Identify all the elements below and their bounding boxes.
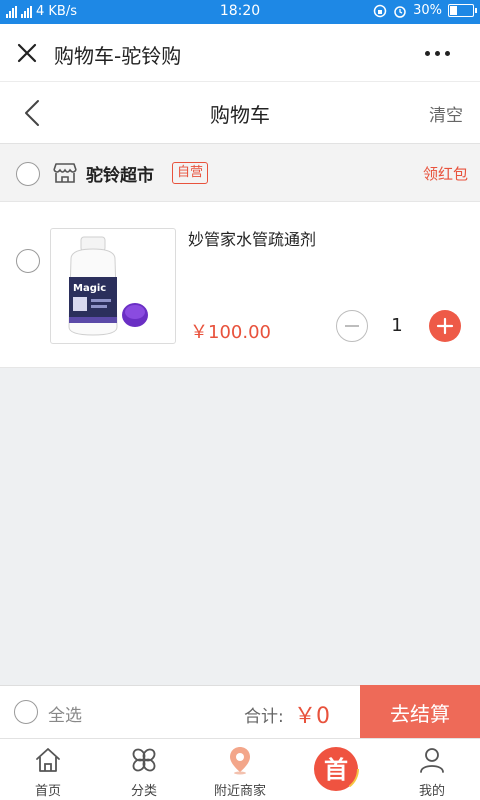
shop-select-radio[interactable] [16, 162, 40, 186]
tab-category-label: 分类 [130, 784, 157, 799]
select-all-radio[interactable] [14, 700, 38, 724]
category-icon [132, 748, 156, 772]
tab-profile-label: 我的 [418, 784, 445, 799]
center-logo-char: 首 [324, 756, 348, 784]
battery-percent: 30% [413, 3, 442, 18]
item-select-radio[interactable] [16, 249, 40, 273]
product-image[interactable]: Magic [50, 228, 176, 344]
battery-icon [448, 4, 477, 17]
svg-text:Magic: Magic [73, 283, 106, 294]
app-title: 购物车-驼铃购 [54, 44, 182, 68]
location-pin-icon [230, 747, 250, 775]
page-title: 购物车 [210, 103, 270, 127]
shop-name[interactable]: 驼铃超市 [86, 161, 154, 186]
app-bar: 购物车-驼铃购 [0, 24, 480, 82]
shop-row: 驼铃超市 自营 领红包 [0, 144, 480, 202]
product-name[interactable]: 妙管家水管疏通剂 [188, 226, 316, 250]
status-bar: 4 KB/s 18:20 30% [0, 0, 480, 24]
get-coupon-link[interactable]: 领红包 [423, 163, 468, 184]
close-icon[interactable] [12, 38, 42, 68]
tab-bar: 首页 分类 附近商家 首 我的 [0, 738, 480, 800]
tab-center[interactable]: 首 [288, 739, 384, 800]
cart-item: Magic 妙管家水管疏通剂 ￥100.00 1 [0, 202, 480, 368]
plus-icon [436, 317, 454, 335]
tab-profile[interactable]: 我的 [384, 739, 480, 800]
tab-home[interactable]: 首页 [0, 739, 96, 800]
self-operated-badge: 自营 [172, 162, 209, 184]
minus-icon [345, 325, 359, 327]
tab-nearby[interactable]: 附近商家 [192, 739, 288, 800]
product-price: ￥100.00 [190, 322, 271, 343]
quantity-value[interactable]: 1 [380, 315, 414, 336]
checkout-button[interactable]: 去结算 [360, 685, 480, 739]
clear-cart-button[interactable]: 清空 [429, 101, 463, 126]
total-label: 合计: [244, 707, 284, 727]
tab-category[interactable]: 分类 [96, 739, 192, 800]
decrease-quantity-button[interactable] [336, 310, 368, 342]
select-all-label[interactable]: 全选 [48, 701, 82, 726]
increase-quantity-button[interactable] [429, 310, 461, 342]
store-icon [53, 163, 77, 183]
more-icon[interactable] [422, 40, 452, 66]
tab-nearby-label: 附近商家 [213, 784, 266, 799]
lock-rotation-icon [373, 4, 387, 17]
page-header: 购物车 清空 [0, 82, 480, 144]
alarm-icon [394, 5, 406, 18]
status-right: 30% [373, 3, 477, 18]
profile-icon [420, 748, 444, 773]
cart-footer: 全选 合计: ￥0 去结算 [0, 685, 480, 739]
tab-home-label: 首页 [34, 784, 61, 799]
total-value: ￥0 [294, 704, 330, 729]
center-logo-icon: 首 [313, 746, 359, 792]
home-icon [36, 748, 60, 772]
product-bottle-image: Magic [68, 236, 148, 336]
